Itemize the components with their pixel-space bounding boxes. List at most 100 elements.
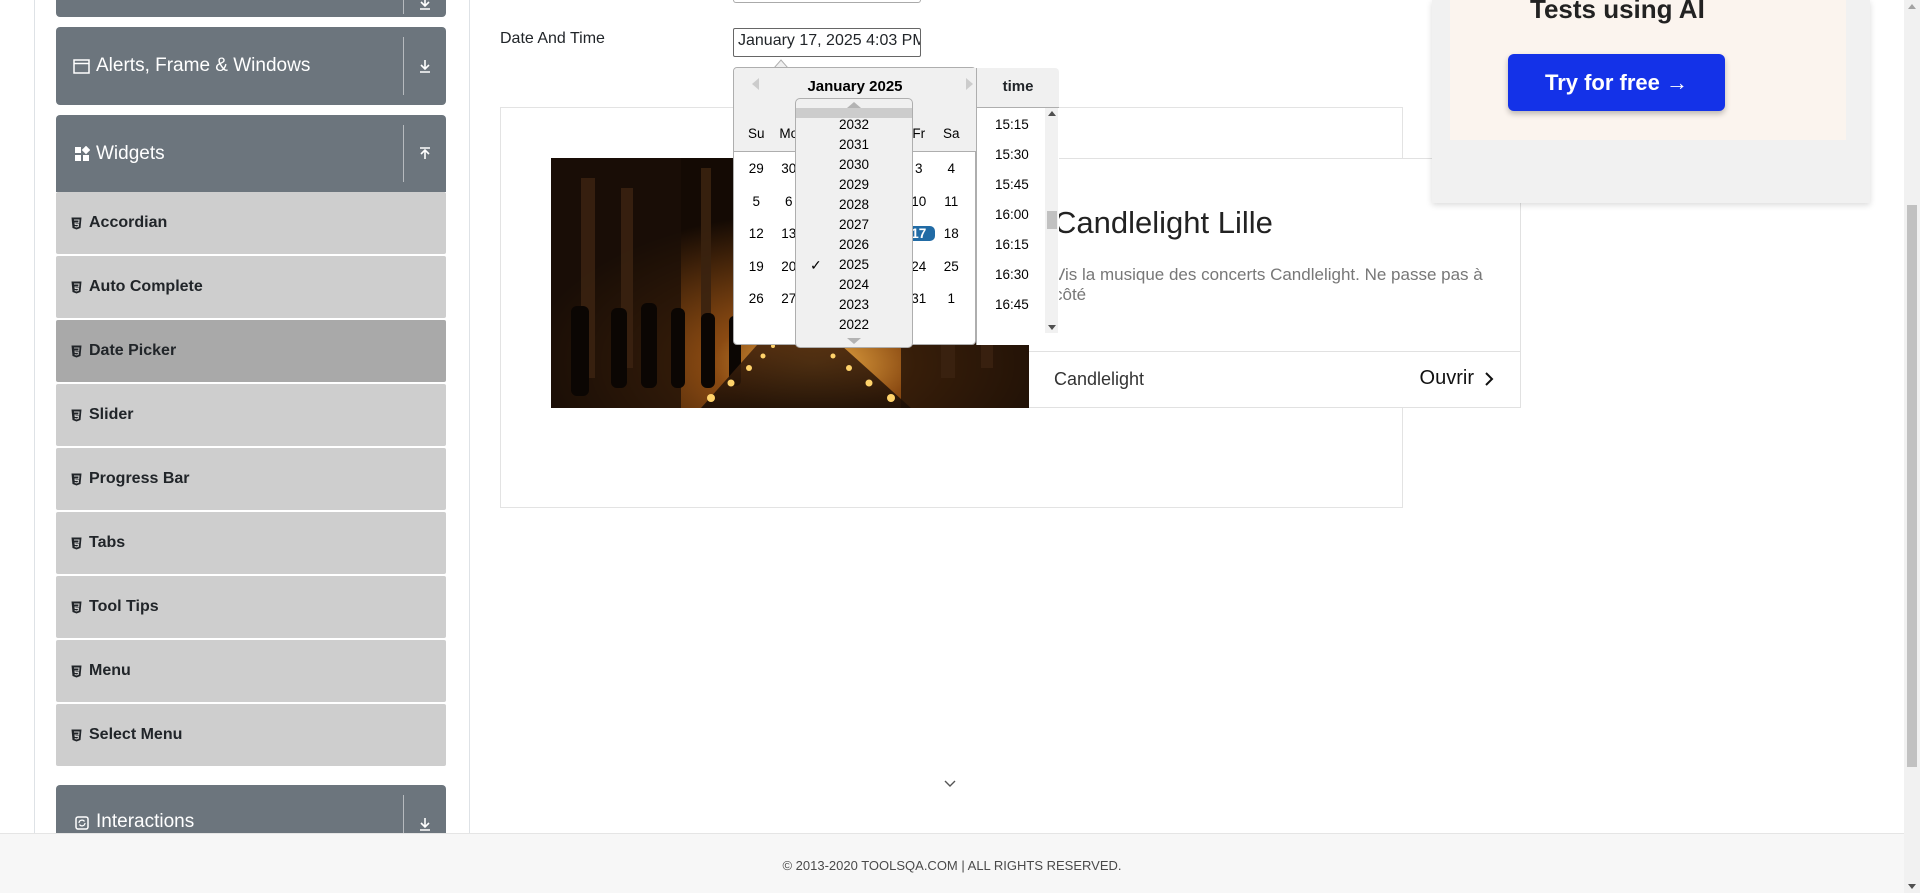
sidebar-item-label: Menu [89, 662, 131, 679]
window-icon [73, 58, 90, 75]
year-option[interactable]: 2023 [796, 295, 912, 315]
group-title: Alerts, Frame & Windows [96, 55, 311, 76]
sidebar-item-accordian[interactable]: Accordian [56, 192, 446, 254]
sidebar-item-select-menu[interactable]: Select Menu [56, 704, 446, 766]
calendar-day[interactable]: 25 [935, 259, 968, 274]
date-and-time-label: Date And Time [500, 30, 605, 47]
ad-ai-testing[interactable]: Tests using AI Try for free → [1432, 0, 1870, 203]
group-separator [403, 125, 404, 182]
year-list: 2032 2031 2030 2029 2028 2027 2026 ✓ 202… [796, 115, 912, 335]
calendar-day[interactable]: 26 [740, 291, 773, 306]
ad-divider [1029, 351, 1520, 352]
year-up-arrow-icon[interactable] [847, 102, 861, 108]
sidebar-item-label: Select Menu [89, 726, 183, 743]
download-arrow-icon[interactable] [412, 53, 438, 79]
sidebar-item-menu[interactable]: Menu [56, 640, 446, 702]
day-name: Sa [942, 126, 960, 141]
sidebar-item-tool-tips[interactable]: Tool Tips [56, 576, 446, 638]
next-month-arrow-icon[interactable] [966, 78, 973, 90]
sidebar-item-label: Slider [89, 406, 134, 423]
calendar-day[interactable]: 19 [740, 259, 773, 274]
group-separator [403, 795, 404, 833]
html5-icon [71, 280, 83, 294]
sidebar-item-tabs[interactable]: Tabs [56, 512, 446, 574]
year-option[interactable]: 2029 [796, 175, 912, 195]
calendar-day[interactable]: 29 [740, 161, 773, 176]
ad-brand: Candlelight [1054, 369, 1145, 389]
year-option[interactable]: 2024 [796, 275, 912, 295]
html5-icon [71, 664, 83, 678]
sidebar-right-border [469, 0, 470, 833]
sidebar-group-forms[interactable] [56, 0, 446, 17]
sidebar-items: Accordian Auto Complete Date Picker Slid… [56, 192, 446, 768]
page-scrollbar[interactable] [1904, 0, 1920, 893]
calendar-day[interactable]: 5 [740, 194, 773, 209]
try-for-free-button[interactable]: Try for free → [1508, 54, 1725, 111]
year-option[interactable]: 2031 [796, 135, 912, 155]
footer-copyright: © 2013-2020 TOOLSQA.COM | ALL RIGHTS RES… [782, 858, 1122, 873]
sidebar-item-label: Accordian [89, 214, 168, 231]
date-and-time-input[interactable]: January 17, 2025 4:03 PM [733, 28, 921, 57]
ad-ai-headline: Tests using AI [1530, 0, 1705, 24]
scroll-down-arrow-icon[interactable] [1908, 884, 1916, 889]
interactions-icon [73, 813, 90, 833]
checkmark-icon: ✓ [810, 257, 822, 273]
calendar-day[interactable]: 4 [935, 161, 968, 176]
scroll-up-arrow-icon[interactable] [1908, 4, 1916, 9]
time-scrollbar[interactable] [1045, 108, 1058, 333]
ad-description: Vis la musique des concerts Candlelight.… [1054, 265, 1483, 304]
html5-icon [71, 216, 83, 230]
sidebar-item-label: Tool Tips [89, 598, 159, 615]
group-separator [403, 0, 404, 14]
sidebar-item-label: Date Picker [89, 342, 177, 359]
sidebar-group-widgets[interactable]: Widgets [56, 115, 446, 192]
calendar-day[interactable]: 1 [935, 291, 968, 306]
html5-icon [71, 600, 83, 614]
year-option-label: 2025 [838, 257, 870, 272]
sidebar-item-auto-complete[interactable]: Auto Complete [56, 256, 446, 318]
html5-icon [71, 536, 83, 550]
sidebar-item-progress-bar[interactable]: Progress Bar [56, 448, 446, 510]
sidebar-item-date-picker[interactable]: Date Picker [56, 320, 446, 382]
year-dropdown: 2032 2031 2030 2029 2028 2027 2026 ✓ 202… [795, 98, 913, 348]
current-month[interactable]: January 2025 [734, 78, 976, 95]
html5-icon [71, 728, 83, 742]
year-option[interactable]: 2030 [796, 155, 912, 175]
year-option-selected[interactable]: ✓ 2025 [796, 255, 912, 275]
time-scrollbar-thumb[interactable] [1047, 211, 1057, 229]
year-option[interactable]: 2032 [796, 115, 912, 135]
sidebar-group-alerts[interactable]: Alerts, Frame & Windows [56, 27, 446, 105]
scroll-down-arrow-icon[interactable] [1048, 325, 1056, 330]
chevron-right-icon [1485, 371, 1494, 386]
chevron-down-icon[interactable] [942, 776, 958, 792]
year-option[interactable]: 2027 [796, 215, 912, 235]
html5-icon [71, 344, 83, 358]
sidebar-group-interactions[interactable]: Interactions [56, 785, 446, 833]
footer: © 2013-2020 TOOLSQA.COM | ALL RIGHTS RES… [0, 833, 1904, 893]
scroll-up-arrow-icon[interactable] [1048, 111, 1056, 116]
sidebar-item-label: Auto Complete [89, 278, 203, 295]
group-title: Widgets [96, 142, 165, 164]
sidebar-item-label: Tabs [89, 534, 126, 551]
ad-title: Candlelight Lille [1054, 205, 1273, 240]
chevron-down-icon[interactable] [412, 0, 438, 16]
ad-open-button[interactable]: Ouvrir [1420, 367, 1494, 390]
calendar-day[interactable]: 12 [740, 226, 773, 241]
calendar-day[interactable]: 18 [935, 226, 968, 241]
calendar-day[interactable]: 11 [935, 194, 968, 209]
sidebar-item-slider[interactable]: Slider [56, 384, 446, 446]
year-down-arrow-icon[interactable] [847, 338, 861, 344]
sidebar-left-border [34, 0, 35, 833]
year-option[interactable]: 2026 [796, 235, 912, 255]
group-title: Interactions [96, 811, 195, 832]
time-header: time [977, 68, 1059, 108]
upload-arrow-icon[interactable] [412, 141, 438, 167]
html5-icon [71, 472, 83, 486]
time-panel: time 15:15 15:30 15:45 16:00 16:15 16:30… [976, 68, 1059, 345]
date-input-above[interactable] [733, 0, 921, 3]
year-option[interactable]: 2028 [796, 195, 912, 215]
widgets-icon [73, 145, 90, 162]
year-option[interactable]: 2022 [796, 315, 912, 335]
day-name: Su [747, 126, 765, 141]
page-scrollbar-thumb[interactable] [1907, 205, 1917, 767]
